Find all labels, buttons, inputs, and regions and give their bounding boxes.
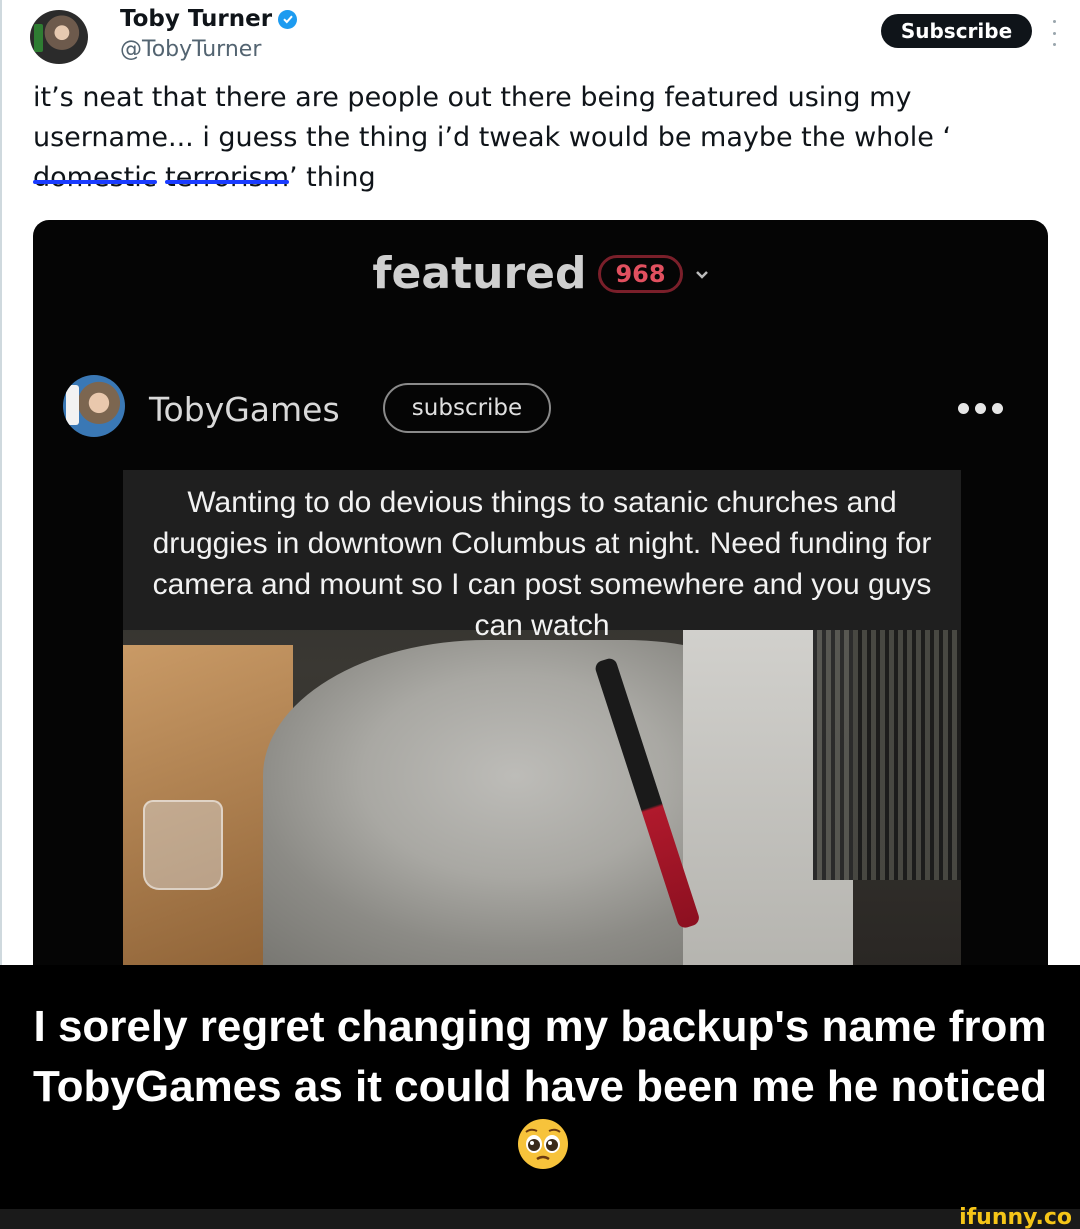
- featured-title: featured: [372, 248, 587, 299]
- post-photo: Wanting to do devious things to satanic …: [123, 470, 961, 965]
- footer-bar: [0, 1209, 1080, 1229]
- pleading-face-icon: [518, 1119, 568, 1169]
- avatar-strip: [34, 24, 43, 52]
- tweet-text: it’s neat that there are people out ther…: [33, 78, 1043, 198]
- more-options-icon[interactable]: [1049, 20, 1059, 46]
- photo-caption: Wanting to do devious things to satanic …: [152, 486, 932, 642]
- meme-caption: I sorely regret changing my backup's nam…: [10, 997, 1070, 1177]
- chevron-down-icon: [695, 270, 708, 279]
- divider: [0, 0, 2, 965]
- wire-cage: [813, 620, 961, 880]
- page: Toby Turner @TobyTurner Subscribe it’s n…: [0, 0, 1080, 1229]
- verified-badge-icon: [278, 9, 298, 29]
- author-handle[interactable]: @TobyTurner: [120, 37, 261, 62]
- embedded-screenshot[interactable]: featured 968 TobyGames subscribe Wanting…: [33, 220, 1048, 965]
- watermark: ifunny.co: [959, 1205, 1072, 1229]
- author-name-row[interactable]: Toby Turner: [120, 6, 298, 32]
- tweet-text-main: it’s neat that there are people out ther…: [33, 82, 952, 153]
- struck-word-2: terrorism: [165, 158, 289, 198]
- subscribe-button[interactable]: Subscribe: [881, 14, 1032, 48]
- tweet-text-end: ’ thing: [289, 162, 376, 193]
- channel-name: TobyGames: [149, 390, 340, 429]
- author-avatar[interactable]: [30, 10, 88, 64]
- more-options-icon: [958, 403, 1003, 414]
- meme-caption-text: I sorely regret changing my backup's nam…: [33, 1002, 1047, 1111]
- avatar-strip: [66, 385, 79, 425]
- featured-header: featured 968: [33, 248, 1048, 299]
- channel-subscribe-button: subscribe: [383, 383, 551, 433]
- meme-caption-bar: I sorely regret changing my backup's nam…: [0, 965, 1080, 1209]
- struck-word-1: domestic: [33, 158, 157, 198]
- featured-count-badge: 968: [598, 254, 683, 293]
- plastic-container: [143, 800, 223, 890]
- channel-avatar: [63, 375, 125, 437]
- author-name[interactable]: Toby Turner: [120, 6, 272, 32]
